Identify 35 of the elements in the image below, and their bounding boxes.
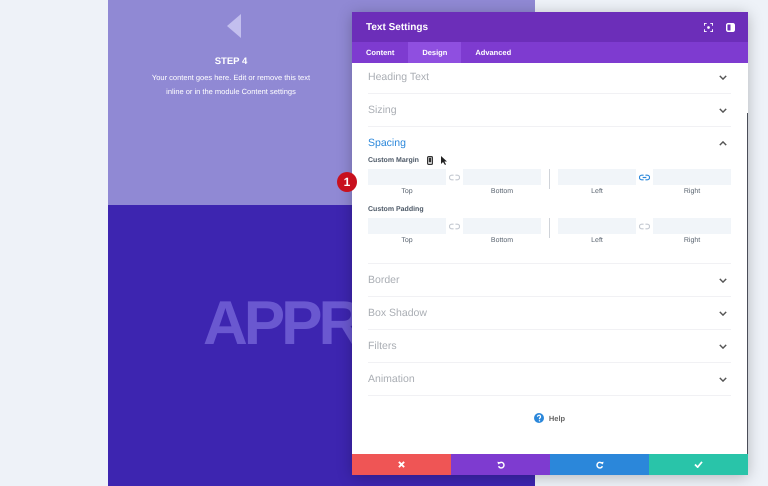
link-icon[interactable] xyxy=(639,174,650,181)
scrollbar[interactable] xyxy=(747,113,748,454)
link-icon[interactable] xyxy=(639,223,650,230)
section-title[interactable]: Box Shadow xyxy=(368,307,427,319)
undo-icon xyxy=(496,460,504,468)
chevron-down-icon[interactable] xyxy=(719,74,727,80)
section-title[interactable]: Sizing xyxy=(368,104,397,116)
redo-button[interactable] xyxy=(550,454,649,475)
chevron-up-icon[interactable] xyxy=(719,140,727,146)
section-title[interactable]: Animation xyxy=(368,373,415,385)
chevron-down-icon[interactable] xyxy=(719,344,727,348)
arrow-left-icon[interactable] xyxy=(227,14,241,38)
step-title: STEP 4 xyxy=(214,56,248,67)
sidebar-toggle-icon[interactable] xyxy=(726,22,735,32)
section-title[interactable]: Spacing xyxy=(368,137,406,149)
chevron-down-icon[interactable] xyxy=(719,278,727,282)
chevron-down-icon[interactable] xyxy=(719,376,727,382)
close-icon xyxy=(398,461,405,468)
check-icon xyxy=(694,461,703,468)
section-title[interactable]: Filters xyxy=(368,340,397,352)
cursor-icon xyxy=(440,156,447,164)
chevron-down-icon[interactable] xyxy=(719,310,727,316)
phone-icon[interactable] xyxy=(426,156,433,164)
section-title[interactable]: Heading Text xyxy=(368,71,430,83)
expand-icon[interactable] xyxy=(704,22,713,32)
panel-title: Text Settings xyxy=(366,22,430,32)
section-title[interactable]: Border xyxy=(368,274,400,286)
help-icon[interactable] xyxy=(534,413,544,423)
cancel-button[interactable] xyxy=(352,454,451,475)
redo-icon xyxy=(596,460,604,468)
undo-button[interactable] xyxy=(451,454,550,475)
link-icon[interactable] xyxy=(449,223,460,230)
save-button[interactable] xyxy=(649,454,748,475)
link-icon[interactable] xyxy=(449,174,460,181)
chevron-down-icon[interactable] xyxy=(719,108,727,112)
